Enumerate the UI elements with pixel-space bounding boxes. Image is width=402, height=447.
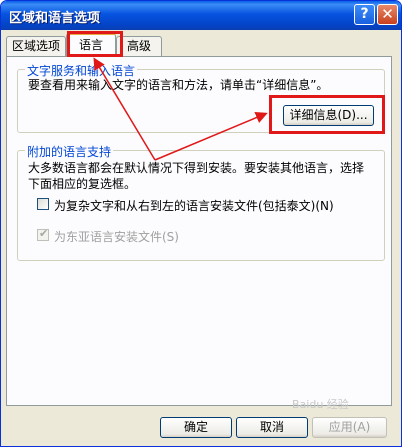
watermark: Baidu 经验 (292, 398, 349, 411)
arrow-to-language-tab (93, 57, 156, 161)
arrow-to-details-button (154, 111, 268, 161)
annotation-arrows (93, 57, 268, 161)
